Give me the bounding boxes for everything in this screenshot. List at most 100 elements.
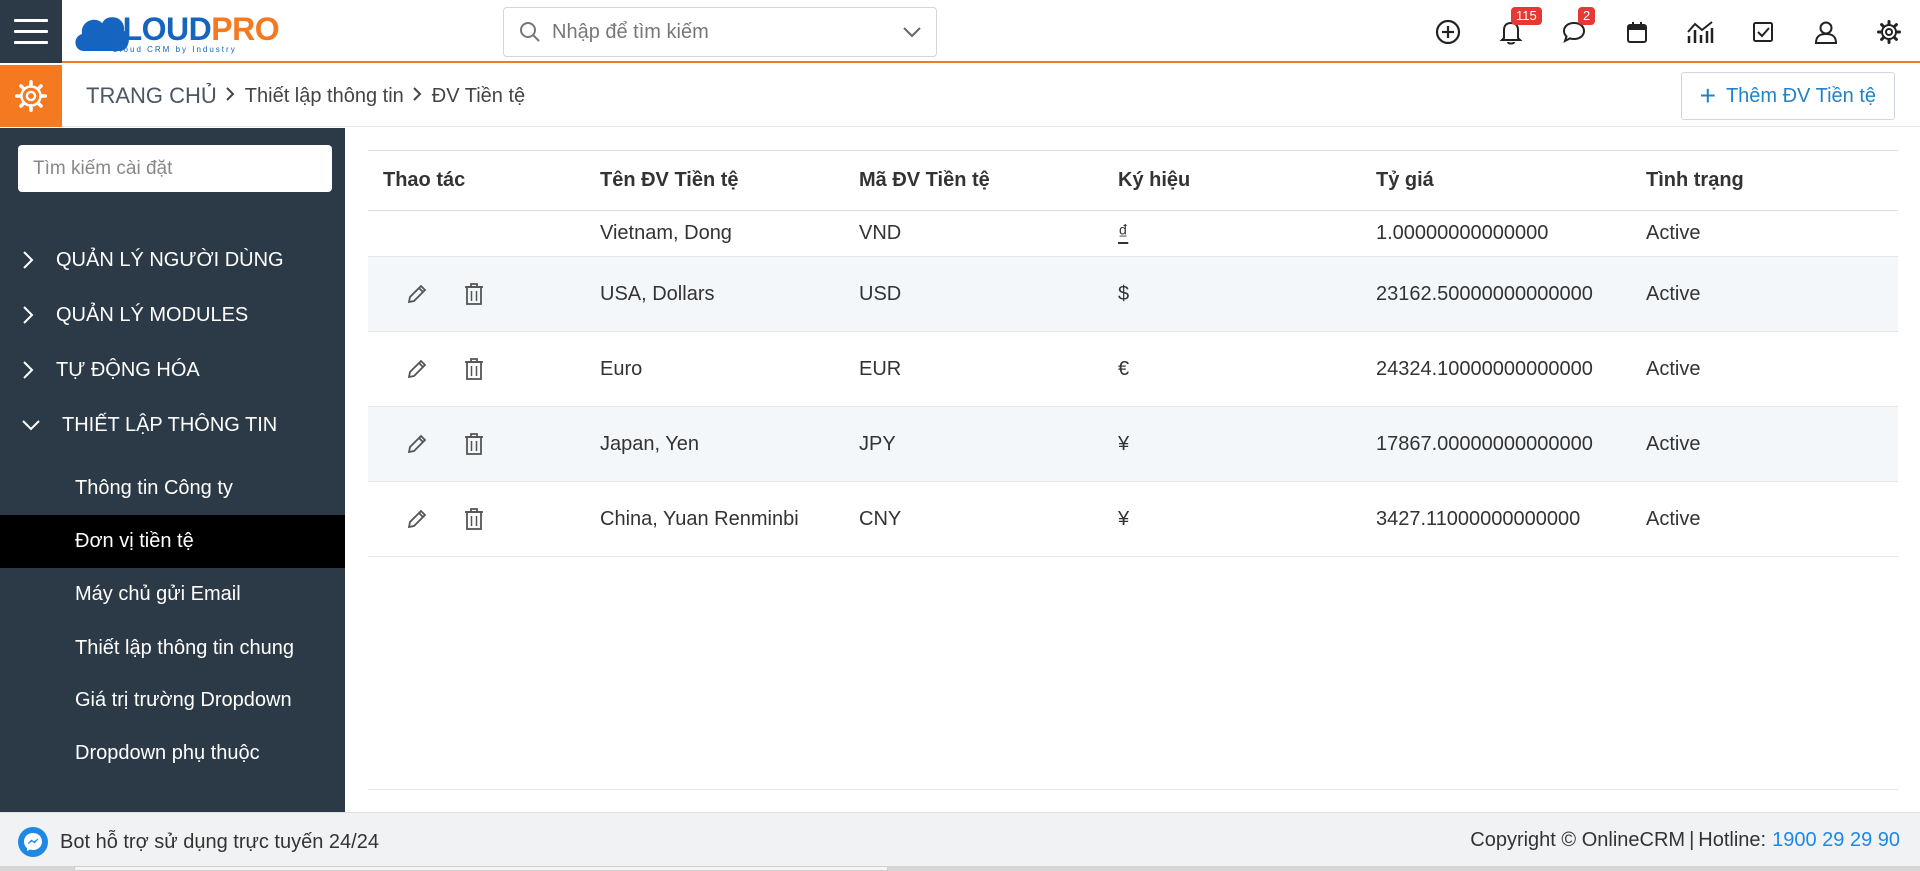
- settings-sidebar: QUẢN LÝ NGƯỜI DÙNG QUẢN LÝ MODULES TỰ ĐỘ…: [0, 128, 345, 812]
- cell-name: Euro: [585, 331, 844, 407]
- chevron-right-icon: [0, 250, 56, 270]
- sidebar-item-general-settings[interactable]: Thiết lập thông tin chung: [0, 622, 345, 675]
- messages-button[interactable]: 2: [1542, 0, 1605, 63]
- cell-status: Active: [1631, 331, 1898, 407]
- hotline-number[interactable]: 1900 29 29 90: [1772, 829, 1900, 852]
- add-currency-label: Thêm ĐV Tiền tệ: [1725, 84, 1876, 107]
- search-input[interactable]: [552, 20, 902, 44]
- chevron-right-icon: [0, 360, 56, 380]
- cell-rate: 24324.10000000000000: [1361, 331, 1631, 407]
- checkbox-icon: [1752, 21, 1773, 42]
- currency-table: Thao tác Tên ĐV Tiền tệ Mã ĐV Tiền tệ Ký…: [368, 150, 1898, 557]
- top-icons: 115 2: [1416, 0, 1920, 63]
- cell-rate: 1.00000000000000: [1361, 210, 1631, 257]
- chevron-right-icon: [0, 305, 56, 325]
- col-header-symbol[interactable]: Ký hiệu: [1103, 150, 1361, 211]
- col-header-rate[interactable]: Tỷ giá: [1361, 150, 1631, 211]
- breadcrumb: TRANG CHỦ Thiết lập thông tin ĐV Tiền tệ: [86, 83, 525, 109]
- edit-icon[interactable]: [405, 357, 429, 381]
- edit-icon[interactable]: [405, 507, 429, 531]
- messenger-icon[interactable]: [18, 827, 48, 857]
- cell-name: USA, Dollars: [585, 256, 844, 332]
- sidebar-group-label: QUẢN LÝ NGƯỜI DÙNG: [56, 248, 284, 271]
- row-actions: [368, 481, 585, 557]
- trash-icon[interactable]: [463, 282, 485, 306]
- table-header-row: Thao tác Tên ĐV Tiền tệ Mã ĐV Tiền tệ Ký…: [368, 150, 1898, 211]
- logo-tagline: Cloud CRM by Industry: [112, 45, 237, 54]
- scrollbar-thumb[interactable]: [74, 866, 888, 871]
- create-button[interactable]: [1416, 0, 1479, 63]
- settings-search-input[interactable]: [18, 145, 332, 192]
- sidebar-item-email-server[interactable]: Máy chủ gửi Email: [0, 568, 345, 621]
- reports-button[interactable]: [1668, 0, 1731, 63]
- row-actions: [368, 406, 585, 482]
- sidebar-group-user-management[interactable]: QUẢN LÝ NGƯỜI DÙNG: [0, 238, 345, 282]
- cell-symbol: €: [1103, 331, 1361, 407]
- sidebar-group-label: TỰ ĐỘNG HÓA: [56, 358, 200, 381]
- sidebar-group-modules[interactable]: QUẢN LÝ MODULES: [0, 293, 345, 337]
- sidebar-group-info-settings[interactable]: THIẾT LẬP THÔNG TIN: [0, 403, 345, 447]
- trash-icon[interactable]: [463, 357, 485, 381]
- edit-icon[interactable]: [405, 432, 429, 456]
- cell-symbol: ₫: [1103, 210, 1361, 257]
- breadcrumb-current: ĐV Tiền tệ: [431, 84, 526, 107]
- settings-section-icon[interactable]: [0, 65, 62, 127]
- breadcrumb-home[interactable]: TRANG CHỦ: [86, 83, 217, 109]
- notifications-badge: 115: [1511, 7, 1542, 25]
- cell-code: JPY: [844, 406, 1103, 482]
- table-row[interactable]: Vietnam, Dong VND ₫ 1.00000000000000 Act…: [368, 210, 1898, 257]
- calendar-button[interactable]: [1605, 0, 1668, 63]
- cell-name: China, Yuan Renminbi: [585, 481, 844, 557]
- menu-icon[interactable]: [0, 0, 62, 63]
- cell-name: Japan, Yen: [585, 406, 844, 482]
- plus-icon: +: [1699, 80, 1716, 111]
- cell-rate: 3427.11000000000000: [1361, 481, 1631, 557]
- sidebar-item-dependent-dropdown[interactable]: Dropdown phụ thuộc: [0, 727, 345, 780]
- col-header-code[interactable]: Mã ĐV Tiền tệ: [844, 150, 1103, 211]
- content-divider: [368, 789, 1898, 790]
- row-actions: [368, 256, 585, 332]
- profile-button[interactable]: [1794, 0, 1857, 63]
- logo[interactable]: CLOUDPRO Cloud CRM by Industry: [72, 5, 298, 57]
- messages-badge: 2: [1578, 7, 1596, 25]
- sidebar-item-dropdown-values[interactable]: Giá trị trường Dropdown: [0, 674, 345, 727]
- currency-table-wrapper: Thao tác Tên ĐV Tiền tệ Mã ĐV Tiền tệ Ký…: [368, 150, 1898, 557]
- search-icon: [520, 22, 540, 42]
- col-header-name[interactable]: Tên ĐV Tiền tệ: [585, 150, 844, 211]
- table-row[interactable]: USA, Dollars USD $ 23162.50000000000000 …: [368, 256, 1898, 332]
- chevron-right-icon: [225, 86, 235, 107]
- top-bar: CLOUDPRO Cloud CRM by Industry 115: [0, 0, 1920, 63]
- main-content: Thao tác Tên ĐV Tiền tệ Mã ĐV Tiền tệ Ký…: [345, 128, 1920, 812]
- cell-status: Active: [1631, 406, 1898, 482]
- trash-icon[interactable]: [463, 432, 485, 456]
- chevron-down-icon[interactable]: [902, 26, 922, 38]
- chevron-right-icon: [412, 86, 422, 107]
- add-currency-button[interactable]: + Thêm ĐV Tiền tệ: [1680, 72, 1895, 120]
- sidebar-item-currency[interactable]: Đơn vị tiền tệ: [0, 515, 345, 568]
- footer: Bot hỗ trợ sử dụng trực tuyến 24/24 Copy…: [0, 812, 1920, 871]
- row-actions: [368, 331, 585, 407]
- breadcrumb-level1[interactable]: Thiết lập thông tin: [245, 85, 404, 108]
- cell-code: USD: [844, 256, 1103, 332]
- global-search[interactable]: [503, 7, 937, 57]
- settings-button[interactable]: [1857, 0, 1920, 63]
- sidebar-group-automation[interactable]: TỰ ĐỘNG HÓA: [0, 348, 345, 392]
- cell-status: Active: [1631, 210, 1898, 257]
- gear-icon: [1876, 19, 1901, 44]
- sidebar-group-label: QUẢN LÝ MODULES: [56, 303, 249, 326]
- trash-icon[interactable]: [463, 507, 485, 531]
- edit-icon[interactable]: [405, 282, 429, 306]
- support-bot-text[interactable]: Bot hỗ trợ sử dụng trực tuyến 24/24: [60, 831, 379, 854]
- footer-copyright: Copyright © OnlineCRM | Hotline: 1900 29…: [1470, 829, 1900, 852]
- cell-symbol: ¥: [1103, 481, 1361, 557]
- row-actions: [368, 210, 585, 257]
- notifications-button[interactable]: 115: [1479, 0, 1542, 63]
- table-row[interactable]: China, Yuan Renminbi CNY ¥ 3427.11000000…: [368, 481, 1898, 557]
- table-row[interactable]: Japan, Yen JPY ¥ 17867.00000000000000 Ac…: [368, 406, 1898, 482]
- sidebar-item-company-info[interactable]: Thông tin Công ty: [0, 462, 345, 515]
- col-header-status[interactable]: Tình trạng: [1631, 150, 1898, 211]
- cell-symbol: $: [1103, 256, 1361, 332]
- tasks-button[interactable]: [1731, 0, 1794, 63]
- cell-symbol: ¥: [1103, 406, 1361, 482]
- table-row[interactable]: Euro EUR € 24324.10000000000000 Active: [368, 331, 1898, 407]
